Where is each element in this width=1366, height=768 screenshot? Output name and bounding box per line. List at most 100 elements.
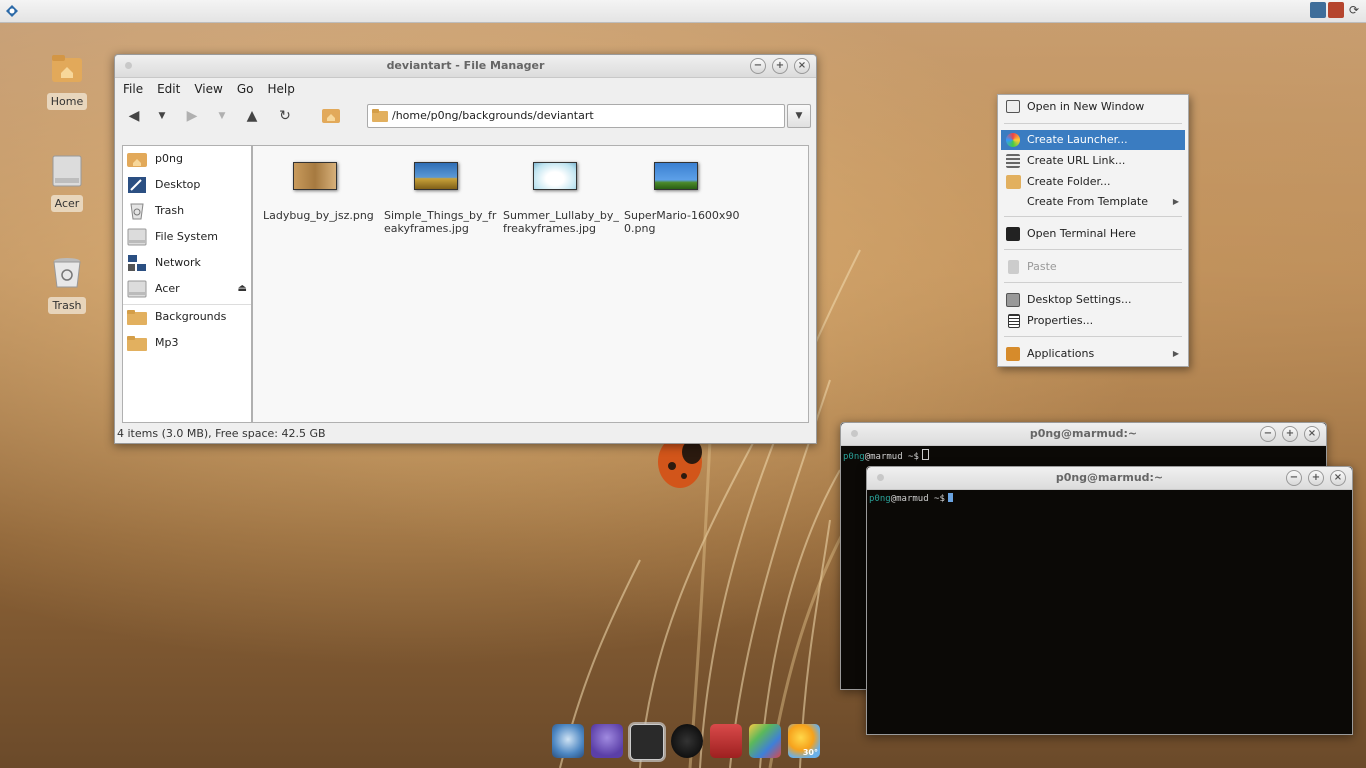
window-menu-icon[interactable] [125,62,132,69]
location-dropdown-button[interactable]: ▼ [787,104,811,128]
text-cursor [947,493,953,502]
file-name: Summer_Lullaby_by_freakyframes.jpg [503,209,619,235]
terminal-icon[interactable] [630,724,664,760]
sidebar-item-trash[interactable]: Trash [127,200,249,222]
desktop-icon-acer[interactable]: Acer [37,154,97,212]
menu-item-create-folder[interactable]: Create Folder... [1001,172,1185,192]
maximize-button[interactable]: + [772,58,788,74]
messaging-icon[interactable] [1328,2,1344,18]
desktop-icon-label: Home [46,93,88,110]
network-icon [128,255,146,271]
sidebar-item-mp3[interactable]: Mp3 [127,332,249,354]
folder-icon [127,310,147,325]
file-name: SuperMario-1600x900.png [624,209,740,235]
menu-edit[interactable]: Edit [157,82,180,96]
browser-icon[interactable] [552,724,584,758]
file-item[interactable]: Simple_Things_by_freakyframes.jpg [384,162,500,235]
location-input[interactable]: /home/p0ng/backgrounds/deviantart [367,104,785,128]
system-tray: ⟳ [1310,2,1362,18]
file-item[interactable]: Ladybug_by_jsz.png [263,162,379,222]
sidebar-divider [123,304,251,305]
dock: 30° [552,724,820,764]
menu-item-properties[interactable]: Properties... [1001,311,1185,331]
close-button[interactable]: × [1330,470,1346,486]
up-icon[interactable]: ▲ [243,108,261,124]
file-manager-window: deviantart - File Manager − + × File Edi… [114,54,817,444]
minimize-button[interactable]: − [1260,426,1276,442]
maximize-button[interactable]: + [1308,470,1324,486]
sidebar-item-network[interactable]: Network [127,252,249,274]
terminal-titlebar[interactable]: p0ng@marmud:~ − + × [841,423,1326,446]
menu-file[interactable]: File [123,82,143,96]
desktop-icon-home[interactable]: Home [37,52,97,110]
drive-icon [127,280,147,298]
back-icon[interactable]: ◀ [125,108,143,124]
weather-temperature: 30° [802,748,818,757]
menu-item-label: Create URL Link... [1027,154,1126,167]
menu-item-create-url-link[interactable]: Create URL Link... [1001,151,1185,171]
minimize-button[interactable]: − [1286,470,1302,486]
eject-icon[interactable]: ⏏ [238,278,247,300]
sidebar-item-backgrounds[interactable]: Backgrounds [127,306,249,328]
minimize-button[interactable]: − [750,58,766,74]
close-button[interactable]: × [1304,426,1320,442]
close-button[interactable]: × [794,58,810,74]
menu-item-open-new-window[interactable]: Open in New Window [1001,97,1185,117]
terminal-output[interactable]: p0ng@marmud ~$ [867,490,1352,734]
window-menu-icon[interactable] [877,474,884,481]
prompt-user: p0ng [843,452,865,462]
pidgin-icon[interactable] [591,724,623,758]
menu-item-desktop-settings[interactable]: Desktop Settings... [1001,290,1185,310]
sidebar-item-label: Backgrounds [155,310,227,323]
menu-item-label: Open in New Window [1027,100,1145,113]
menu-item-create-launcher[interactable]: Create Launcher... [1001,130,1185,150]
window-menu-icon[interactable] [851,430,858,437]
terminal-window-front: p0ng@marmud:~ − + × p0ng@marmud ~$ [866,466,1353,735]
package-manager-icon[interactable] [710,724,742,758]
reload-icon[interactable]: ↻ [276,108,294,124]
applications-menu-icon[interactable] [4,3,20,19]
applications-icon [1006,347,1020,361]
menu-item-applications[interactable]: Applications ▶ [1001,344,1185,364]
desktop-icon-label: Trash [48,297,86,314]
sidebar-item-file-system[interactable]: File System [127,226,249,248]
menu-separator [1004,249,1182,250]
sidebar-item-acer[interactable]: Acer ⏏ [127,278,249,300]
home-icon[interactable] [321,106,341,124]
desktop-icon-trash[interactable]: Trash [37,256,97,314]
forward-icon[interactable]: ▶ [183,108,201,124]
menu-item-paste[interactable]: Paste [1001,257,1185,277]
menu-item-label: Create Folder... [1027,175,1111,188]
menu-separator [1004,216,1182,217]
terminal-titlebar[interactable]: p0ng@marmud:~ − + × [867,467,1352,490]
file-item[interactable]: Summer_Lullaby_by_freakyframes.jpg [503,162,619,235]
menu-item-label: Desktop Settings... [1027,293,1132,306]
maximize-button[interactable]: + [1282,426,1298,442]
image-thumbnail [533,162,577,190]
sidebar-item-p0ng[interactable]: p0ng [127,148,249,170]
amazon-icon[interactable] [671,724,703,758]
file-manager-titlebar[interactable]: deviantart - File Manager − + × [115,55,816,78]
menu-separator [1004,123,1182,124]
location-path: /home/p0ng/backgrounds/deviantart [392,109,594,122]
file-item[interactable]: SuperMario-1600x900.png [624,162,740,235]
menu-item-label: Paste [1027,260,1057,273]
network-icon[interactable] [1310,2,1326,18]
home-folder-icon [52,55,82,82]
weather-icon[interactable]: 30° [788,724,820,758]
trash-icon [130,203,144,220]
forward-history-icon[interactable]: ▼ [213,108,231,124]
back-history-icon[interactable]: ▼ [153,108,171,124]
menu-view[interactable]: View [194,82,222,96]
menu-separator [1004,336,1182,337]
menu-help[interactable]: Help [267,82,294,96]
sidebar-item-label: Acer [155,282,180,295]
paint-icon[interactable] [749,724,781,758]
refresh-icon[interactable]: ⟳ [1346,2,1362,18]
menu-item-open-terminal[interactable]: Open Terminal Here [1001,224,1185,244]
menu-item-create-from-template[interactable]: Create From Template ▶ [1001,192,1185,212]
folder-icon [1006,175,1021,189]
trash-icon [53,258,81,288]
sidebar-item-desktop[interactable]: Desktop [127,174,249,196]
menu-go[interactable]: Go [237,82,254,96]
